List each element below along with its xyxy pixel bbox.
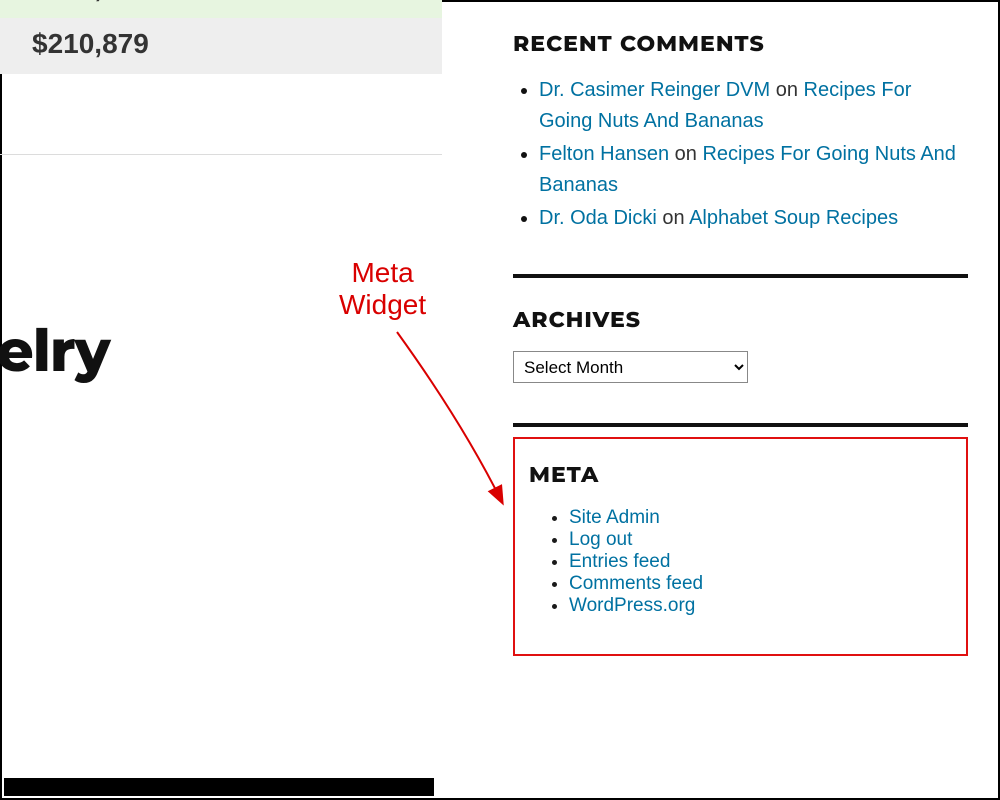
meta-item: Entries feed	[569, 551, 954, 573]
recent-comment-item: Dr. Casimer Reinger DVM on Recipes For G…	[539, 75, 968, 137]
recent-comment-item: Dr. Oda Dicki on Alphabet Soup Recipes	[539, 203, 968, 234]
sidebar: RECENT COMMENTS Dr. Casimer Reinger DVM …	[513, 2, 968, 656]
table-row: $210,879	[0, 18, 442, 74]
recent-comments-list: Dr. Casimer Reinger DVM on Recipes For G…	[521, 75, 968, 234]
post-body-fragment: corper, sem risus varius	[0, 506, 462, 538]
widget-title-recent-comments: RECENT COMMENTS	[513, 30, 968, 57]
recent-comments-widget: RECENT COMMENTS Dr. Casimer Reinger DVM …	[513, 30, 968, 234]
annotation-label: Meta Widget	[339, 257, 426, 321]
meta-link-site-admin[interactable]: Site Admin	[569, 507, 660, 528]
meta-link-comments-feed[interactable]: Comments feed	[569, 573, 703, 594]
meta-list: Site Admin Log out Entries feed Comments…	[529, 507, 954, 617]
widget-separator	[513, 423, 968, 427]
archives-select[interactable]: Select Month	[513, 351, 748, 383]
meta-item: Log out	[569, 529, 954, 551]
recent-comment-item: Felton Hansen on Recipes For Going Nuts …	[539, 139, 968, 201]
truncated-black-bar	[4, 778, 434, 796]
widget-title-archives: ARCHIVES	[513, 306, 968, 333]
widget-title-meta: META	[529, 461, 954, 488]
meta-item: WordPress.org	[569, 595, 954, 617]
comment-author-link[interactable]: Dr. Oda Dicki	[539, 207, 657, 229]
table-row: $180,456	[0, 0, 442, 18]
meta-widget-highlight: META Site Admin Log out Entries feed Com…	[513, 437, 968, 656]
comment-author-link[interactable]: Dr. Casimer Reinger DVM	[539, 79, 770, 101]
post-heading-fragment: able Jewelry	[0, 315, 462, 386]
meta-link-log-out[interactable]: Log out	[569, 529, 632, 550]
meta-item: Site Admin	[569, 507, 954, 529]
meta-link-wordpress-org[interactable]: WordPress.org	[569, 595, 695, 616]
comment-author-link[interactable]: Felton Hansen	[539, 143, 669, 165]
divider	[0, 154, 442, 155]
archives-widget: ARCHIVES Select Month	[513, 306, 968, 383]
price-table: $180,456 $210,879	[0, 0, 442, 74]
comment-post-link[interactable]: Alphabet Soup Recipes	[689, 207, 898, 229]
meta-link-entries-feed[interactable]: Entries feed	[569, 551, 670, 572]
meta-item: Comments feed	[569, 573, 954, 595]
widget-separator	[513, 274, 968, 278]
